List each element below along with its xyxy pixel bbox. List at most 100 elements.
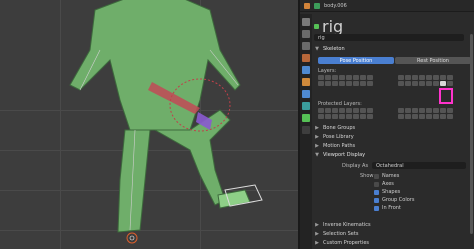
bone-groups-section-header[interactable]: ▶ Bone Groups: [314, 124, 472, 132]
layer-cell[interactable]: [325, 114, 331, 119]
layer-cell[interactable]: [398, 81, 404, 86]
layer-cell[interactable]: [332, 114, 338, 119]
layers-grid-right[interactable]: [398, 75, 453, 86]
object-tab-icon[interactable]: [302, 78, 310, 86]
layer-cell[interactable]: [405, 114, 411, 119]
skeleton-section-header[interactable]: ▼ Skeleton: [314, 45, 472, 53]
character-model[interactable]: [40, 0, 280, 249]
pose-library-section-header[interactable]: ▶ Pose Library: [314, 133, 472, 141]
layer-cell[interactable]: [339, 114, 345, 119]
tool-tab-icon[interactable]: [302, 18, 310, 26]
layer-cell[interactable]: [398, 114, 404, 119]
bone-tab-icon[interactable]: [302, 126, 310, 134]
shapes-checkbox[interactable]: Shapes: [374, 189, 400, 195]
layer-cell[interactable]: [419, 81, 425, 86]
layer-cell[interactable]: [419, 75, 425, 80]
layer-cell[interactable]: [419, 114, 425, 119]
armature-data-tab-icon[interactable]: [302, 114, 310, 122]
axes-checkbox[interactable]: Axes: [374, 181, 394, 187]
custom-properties-section-header[interactable]: ▶ Custom Properties: [314, 239, 472, 247]
layer-cell[interactable]: [318, 114, 324, 119]
layer-cell[interactable]: [426, 81, 432, 86]
constraint-tab-icon[interactable]: [302, 102, 310, 110]
layer-cell[interactable]: [367, 81, 373, 86]
armature-data-field[interactable]: rig: [314, 34, 464, 41]
layer-cell[interactable]: [325, 75, 331, 80]
render-tab-icon[interactable]: [302, 30, 310, 38]
selection-sets-section-header[interactable]: ▶ Selection Sets: [314, 230, 472, 238]
layer-cell[interactable]: [405, 81, 411, 86]
modifier-tab-icon[interactable]: [302, 90, 310, 98]
layer-cell[interactable]: [339, 75, 345, 80]
layer-cell[interactable]: [426, 114, 432, 119]
rest-position-button[interactable]: Rest Position: [395, 57, 471, 64]
checkbox-box-checked[interactable]: [374, 205, 379, 211]
protected-layers-grid-right[interactable]: [398, 108, 453, 119]
layer-cell[interactable]: [360, 75, 366, 80]
layer-cell[interactable]: [339, 108, 345, 113]
layer-cell[interactable]: [325, 81, 331, 86]
outliner-row[interactable]: body.006: [304, 2, 347, 10]
layer-cell-active[interactable]: [440, 81, 446, 86]
layer-cell[interactable]: [360, 114, 366, 119]
layer-cell[interactable]: [318, 108, 324, 113]
checkbox-box-checked[interactable]: [374, 197, 379, 203]
layer-cell[interactable]: [412, 75, 418, 80]
layer-cell[interactable]: [412, 108, 418, 113]
checkbox-box[interactable]: [374, 173, 379, 179]
viewport-display-section-header[interactable]: ▼ Viewport Display: [314, 151, 472, 159]
layer-cell[interactable]: [346, 114, 352, 119]
layer-cell[interactable]: [346, 75, 352, 80]
layer-cell[interactable]: [405, 108, 411, 113]
layer-cell[interactable]: [353, 114, 359, 119]
layer-cell[interactable]: [346, 108, 352, 113]
layer-cell[interactable]: [412, 114, 418, 119]
layer-cell[interactable]: [360, 108, 366, 113]
names-checkbox[interactable]: Names: [374, 173, 399, 179]
layer-cell[interactable]: [426, 75, 432, 80]
layer-cell[interactable]: [440, 108, 446, 113]
layer-cell[interactable]: [318, 81, 324, 86]
protected-layers-grid-left[interactable]: [318, 108, 373, 119]
checkbox-box[interactable]: [374, 181, 379, 187]
layer-cell[interactable]: [367, 108, 373, 113]
layer-cell[interactable]: [447, 108, 453, 113]
layer-cell[interactable]: [433, 81, 439, 86]
layer-cell[interactable]: [332, 75, 338, 80]
layer-cell[interactable]: [412, 81, 418, 86]
layer-cell[interactable]: [440, 114, 446, 119]
layer-cell[interactable]: [353, 75, 359, 80]
layer-cell[interactable]: [440, 75, 446, 80]
layer-cell[interactable]: [433, 108, 439, 113]
layer-cell[interactable]: [433, 75, 439, 80]
scene-tab-icon[interactable]: [302, 54, 310, 62]
in-front-checkbox[interactable]: In Front: [374, 205, 401, 211]
motion-paths-section-header[interactable]: ▶ Motion Paths: [314, 142, 472, 150]
group-colors-checkbox[interactable]: Group Colors: [374, 197, 414, 203]
layer-cell[interactable]: [332, 81, 338, 86]
layer-cell[interactable]: [419, 108, 425, 113]
inverse-kinematics-section-header[interactable]: ▶ Inverse Kinematics: [314, 221, 472, 229]
layer-cell[interactable]: [339, 81, 345, 86]
output-tab-icon[interactable]: [302, 42, 310, 50]
world-tab-icon[interactable]: [302, 66, 310, 74]
layer-cell[interactable]: [325, 108, 331, 113]
layer-cell[interactable]: [433, 114, 439, 119]
layer-cell[interactable]: [353, 108, 359, 113]
layer-cell[interactable]: [353, 81, 359, 86]
layer-cell[interactable]: [447, 114, 453, 119]
layer-cell[interactable]: [360, 81, 366, 86]
checkbox-box-checked[interactable]: [374, 189, 379, 195]
layer-cell[interactable]: [447, 81, 453, 86]
layer-cell[interactable]: [318, 75, 324, 80]
layer-cell[interactable]: [426, 108, 432, 113]
pose-position-button[interactable]: Pose Position: [318, 57, 394, 64]
layer-cell[interactable]: [398, 75, 404, 80]
layer-cell[interactable]: [405, 75, 411, 80]
layer-cell[interactable]: [332, 108, 338, 113]
layer-cell[interactable]: [398, 108, 404, 113]
display-as-dropdown[interactable]: Octahedral: [372, 162, 466, 169]
layer-cell[interactable]: [346, 81, 352, 86]
layer-cell[interactable]: [367, 75, 373, 80]
3d-viewport[interactable]: [0, 0, 298, 249]
